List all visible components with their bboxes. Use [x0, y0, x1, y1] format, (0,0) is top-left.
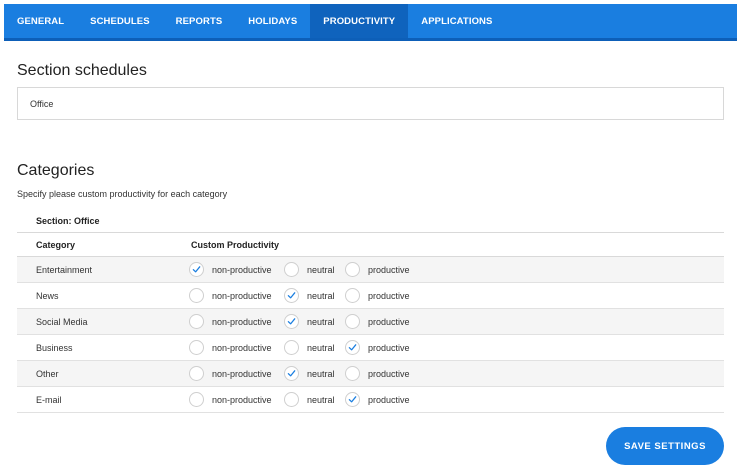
check-icon [348, 396, 357, 403]
radio-non-productive[interactable] [189, 314, 204, 329]
category-name: News [36, 290, 59, 301]
table-header: Category Custom Productivity [17, 233, 724, 257]
option-neutral: neutral [284, 262, 345, 277]
radio-non-productive[interactable] [189, 340, 204, 355]
option-label: neutral [307, 290, 335, 301]
check-icon [287, 292, 296, 299]
option-label: non-productive [212, 264, 272, 275]
option-label: productive [368, 394, 410, 405]
section-schedule-value: Office [30, 98, 54, 109]
radio-non-productive[interactable] [189, 392, 204, 407]
radio-productive[interactable] [345, 262, 360, 277]
option-label: non-productive [212, 290, 272, 301]
option-neutral: neutral [284, 314, 345, 329]
category-name: E-mail [36, 394, 62, 405]
section-label: Section: Office [17, 209, 724, 233]
radio-non-productive[interactable] [189, 366, 204, 381]
option-non-productive: non-productive [189, 314, 284, 329]
option-productive: productive [345, 314, 425, 329]
option-non-productive: non-productive [189, 366, 284, 381]
option-label: non-productive [212, 342, 272, 353]
option-non-productive: non-productive [189, 392, 284, 407]
option-label: neutral [307, 368, 335, 379]
category-name: Social Media [36, 316, 88, 327]
option-neutral: neutral [284, 340, 345, 355]
table-row: Entertainment non-productive neutral produc… [17, 257, 724, 283]
radio-neutral[interactable] [284, 314, 299, 329]
categories-description: Specify please custom productivity for e… [17, 189, 228, 199]
categories-table: Section: Office Category Custom Producti… [17, 209, 724, 413]
save-settings-button[interactable]: SAVE SETTINGS [606, 427, 724, 465]
section-schedule-select[interactable]: Office [17, 87, 724, 120]
category-name: Entertainment [36, 264, 93, 275]
option-productive: productive [345, 262, 425, 277]
radio-productive[interactable] [345, 340, 360, 355]
table-row: E-mail non-productive neutral productive [17, 387, 724, 413]
radio-neutral[interactable] [284, 340, 299, 355]
option-non-productive: non-productive [189, 340, 284, 355]
category-name: Other [36, 368, 59, 379]
option-label: non-productive [212, 394, 272, 405]
option-label: neutral [307, 264, 335, 275]
table-row: News non-productive neutral productive [17, 283, 724, 309]
tab-holidays[interactable]: HOLIDAYS [235, 4, 310, 38]
option-label: neutral [307, 394, 335, 405]
option-productive: productive [345, 288, 425, 303]
table-row: Other non-productive neutral productive [17, 361, 724, 387]
option-label: non-productive [212, 368, 272, 379]
option-productive: productive [345, 340, 425, 355]
option-neutral: neutral [284, 366, 345, 381]
radio-neutral[interactable] [284, 288, 299, 303]
option-label: neutral [307, 316, 335, 327]
tab-schedules[interactable]: SCHEDULES [77, 4, 163, 38]
option-label: productive [368, 290, 410, 301]
tab-applications[interactable]: APPLICATIONS [408, 4, 505, 38]
column-header-custom-productivity: Custom Productivity [191, 239, 280, 250]
option-label: productive [368, 264, 410, 275]
table-row: Social Media non-productive neutral product… [17, 309, 724, 335]
option-label: neutral [307, 342, 335, 353]
radio-neutral[interactable] [284, 392, 299, 407]
tab-productivity[interactable]: PRODUCTIVITY [310, 4, 409, 38]
radio-non-productive[interactable] [189, 262, 204, 277]
radio-productive[interactable] [345, 314, 360, 329]
categories-title: Categories [17, 162, 95, 179]
option-label: productive [368, 368, 410, 379]
category-name: Business [36, 342, 73, 353]
option-neutral: neutral [284, 392, 345, 407]
radio-non-productive[interactable] [189, 288, 204, 303]
column-header-category: Category [36, 239, 76, 250]
option-neutral: neutral [284, 288, 345, 303]
tab-general[interactable]: GENERAL [4, 4, 77, 38]
option-label: non-productive [212, 316, 272, 327]
top-tab-bar: GENERAL SCHEDULES REPORTS HOLIDAYS PRODU… [4, 4, 737, 41]
check-icon [348, 344, 357, 351]
option-label: productive [368, 342, 410, 353]
option-productive: productive [345, 366, 425, 381]
tab-reports[interactable]: REPORTS [163, 4, 236, 38]
section-schedules-title: Section schedules [17, 62, 147, 79]
radio-neutral[interactable] [284, 366, 299, 381]
table-row: Business non-productive neutral productive [17, 335, 724, 361]
option-productive: productive [345, 392, 425, 407]
option-label: productive [368, 316, 410, 327]
radio-productive[interactable] [345, 288, 360, 303]
radio-productive[interactable] [345, 392, 360, 407]
option-non-productive: non-productive [189, 262, 284, 277]
check-icon [287, 370, 296, 377]
check-icon [192, 266, 201, 273]
option-non-productive: non-productive [189, 288, 284, 303]
radio-productive[interactable] [345, 366, 360, 381]
radio-neutral[interactable] [284, 262, 299, 277]
check-icon [287, 318, 296, 325]
